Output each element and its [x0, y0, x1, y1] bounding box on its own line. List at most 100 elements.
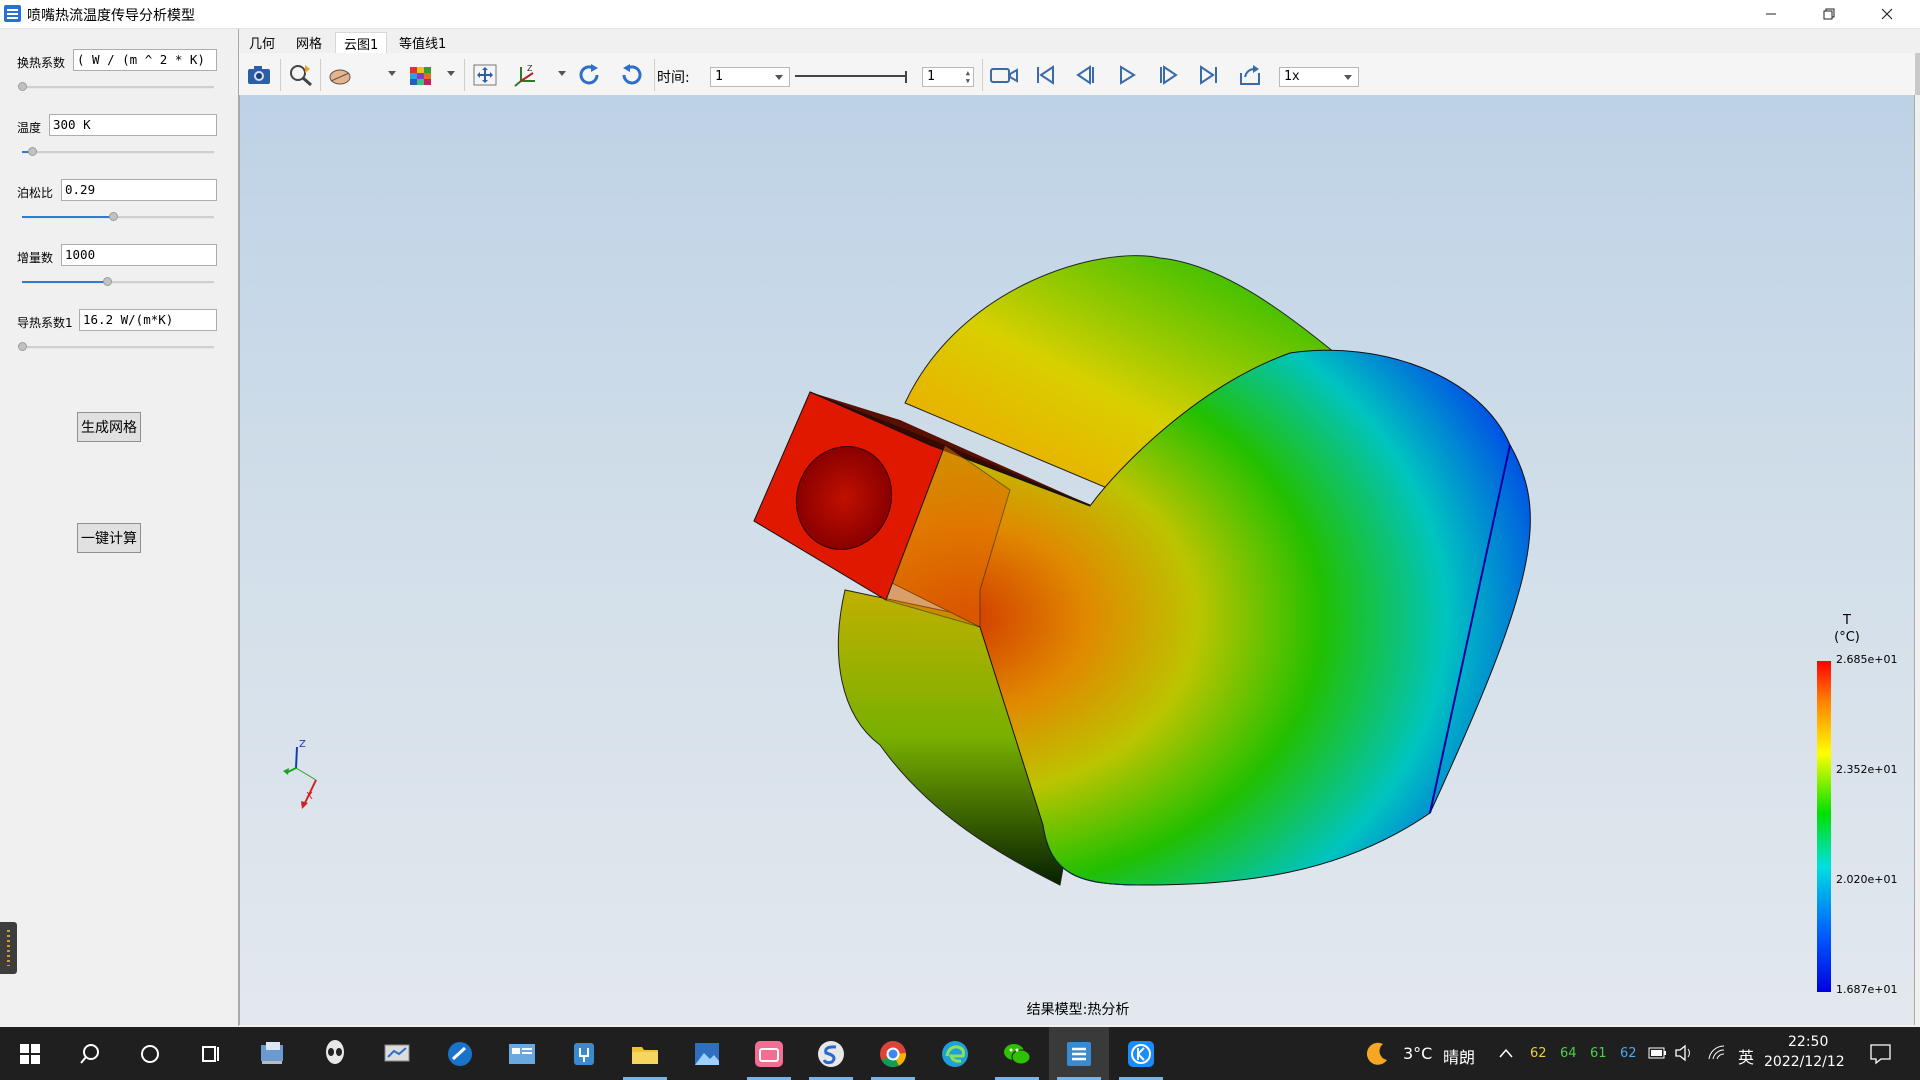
slider-thumb[interactable] — [103, 277, 112, 286]
display-mode-button[interactable] — [326, 61, 356, 89]
axes-view-button[interactable]: Z — [511, 61, 541, 89]
param-label: 温度 — [17, 121, 42, 135]
taskbar-app[interactable] — [987, 1027, 1047, 1080]
time-slider[interactable] — [795, 71, 912, 85]
slider-thumb[interactable] — [18, 342, 27, 351]
color-map-button[interactable] — [406, 61, 436, 89]
speed-select[interactable]: 1x — [1279, 67, 1359, 87]
toolbar-separator — [982, 59, 983, 91]
notification-icon[interactable] — [1869, 1042, 1893, 1066]
taskbar-app[interactable] — [430, 1027, 490, 1080]
taskbar-app[interactable] — [801, 1027, 861, 1080]
tab-mesh[interactable]: 网格 — [288, 32, 330, 53]
next-frame-button[interactable] — [1153, 61, 1183, 89]
display-mode-dropdown[interactable] — [388, 71, 396, 76]
export-button[interactable] — [1235, 61, 1265, 89]
svg-text:Z: Z — [527, 64, 533, 73]
restore-button[interactable] — [1800, 0, 1858, 28]
taskbar-app[interactable] — [554, 1027, 614, 1080]
cpu-temp-3: 61 — [1590, 1046, 1607, 1061]
taskbar-app-active[interactable] — [1049, 1027, 1109, 1080]
compute-button[interactable]: 一键计算 — [77, 523, 141, 553]
close-button[interactable] — [1858, 0, 1916, 28]
taskbar-app[interactable] — [243, 1027, 303, 1080]
pan-button[interactable] — [470, 61, 500, 89]
minimize-icon — [1766, 13, 1776, 15]
prev-frame-icon — [1076, 65, 1094, 85]
temperature-input[interactable]: 300 K — [49, 114, 217, 136]
increments-slider[interactable] — [22, 277, 214, 287]
3d-viewport[interactable]: Z X T (°C) 2.685e+01 2.352e+01 2.020e+01… — [239, 95, 1915, 1025]
edge-legacy-icon — [448, 1041, 472, 1066]
weather-temperature[interactable]: 3°C — [1403, 1044, 1432, 1063]
bilibili-icon — [755, 1040, 783, 1067]
taskbar-app[interactable] — [305, 1027, 365, 1080]
menu-bar: 几何 网格 云图1 等值线1 — [239, 29, 1915, 53]
slider-thumb[interactable] — [18, 82, 27, 91]
tab-contour-1[interactable]: 云图1 — [335, 32, 388, 53]
taskbar-app[interactable] — [863, 1027, 923, 1080]
windows-taskbar: 3°C 晴朗 62 64 61 62 英 22:50 2022/12/12 — [0, 1027, 1920, 1080]
cortana-button[interactable] — [120, 1027, 180, 1080]
pan-icon — [473, 64, 497, 86]
param-label: 泊松比 — [17, 186, 54, 200]
taskbar-app[interactable] — [925, 1027, 985, 1080]
panel-collapse-handle[interactable] — [0, 922, 17, 974]
axis-triad: Z X — [283, 739, 317, 809]
input-method-indicator[interactable]: 英 — [1738, 1044, 1754, 1068]
start-button[interactable] — [0, 1027, 60, 1080]
wifi-icon[interactable] — [1707, 1044, 1727, 1062]
toolbar-scroll-handle[interactable] — [1915, 53, 1920, 95]
record-button[interactable] — [989, 61, 1019, 89]
axes-view-dropdown[interactable] — [558, 71, 566, 76]
taskbar-app[interactable] — [1111, 1027, 1171, 1080]
time-select[interactable]: 1 — [710, 67, 790, 87]
heat-transfer-coef-slider[interactable] — [18, 82, 214, 92]
spin-arrows-icon[interactable]: ▲ ▼ — [966, 69, 970, 85]
slider-thumb[interactable] — [109, 212, 118, 221]
weather-description[interactable]: 晴朗 — [1443, 1044, 1475, 1068]
slider-thumb[interactable] — [905, 71, 907, 83]
taskbar-app[interactable] — [615, 1027, 675, 1080]
increments-input[interactable]: 1000 — [61, 244, 217, 266]
taskbar-app[interactable] — [367, 1027, 427, 1080]
last-frame-button[interactable] — [1194, 61, 1224, 89]
rotate-ccw-button[interactable] — [616, 61, 646, 89]
network-monitor-icon — [384, 1044, 410, 1061]
step-spinbox[interactable]: 1 ▲ ▼ — [922, 67, 974, 87]
minimize-button[interactable] — [1742, 0, 1800, 28]
taskbar-app[interactable] — [739, 1027, 799, 1080]
taskbar-app[interactable] — [492, 1027, 552, 1080]
taskbar-app[interactable] — [677, 1027, 737, 1080]
slider-track — [22, 86, 214, 89]
clock-time[interactable]: 22:50 — [1788, 1034, 1828, 1050]
weather-moon-icon[interactable] — [1363, 1040, 1391, 1068]
screenshot-button[interactable] — [244, 61, 274, 89]
slider-fill — [22, 281, 107, 283]
volume-icon[interactable] — [1674, 1044, 1694, 1062]
tab-isoline-1[interactable]: 等值线1 — [391, 32, 454, 53]
app-active-icon — [1067, 1041, 1091, 1066]
slider-thumb[interactable] — [28, 147, 37, 156]
prev-frame-button[interactable] — [1071, 61, 1101, 89]
battery-icon[interactable] — [1648, 1047, 1668, 1059]
poisson-ratio-slider[interactable] — [22, 212, 214, 222]
app-icon — [4, 5, 21, 22]
temperature-slider[interactable] — [22, 147, 214, 157]
task-view-button[interactable] — [180, 1027, 240, 1080]
rotate-cw-button[interactable] — [575, 61, 605, 89]
tab-geometry[interactable]: 几何 — [241, 32, 283, 53]
toolbar: Z 时间: 1 1 ▲ ▼ 1x — [239, 53, 1915, 96]
heat-transfer-coef-input[interactable]: ( W / (m ^ 2 * K) — [73, 49, 217, 71]
search-button[interactable] — [60, 1027, 120, 1080]
chevron-up-icon[interactable] — [1498, 1047, 1514, 1059]
generate-mesh-button[interactable]: 生成网格 — [77, 412, 141, 442]
poisson-ratio-input[interactable]: 0.29 — [61, 179, 217, 201]
color-map-dropdown[interactable] — [447, 71, 455, 76]
thermal-conductivity-slider[interactable] — [18, 342, 214, 352]
first-frame-button[interactable] — [1030, 61, 1060, 89]
clock-date[interactable]: 2022/12/12 — [1764, 1054, 1845, 1070]
zoom-fit-button[interactable] — [286, 61, 316, 89]
thermal-conductivity-input[interactable]: 16.2 W/(m*K) — [79, 309, 217, 331]
play-button[interactable] — [1112, 61, 1142, 89]
